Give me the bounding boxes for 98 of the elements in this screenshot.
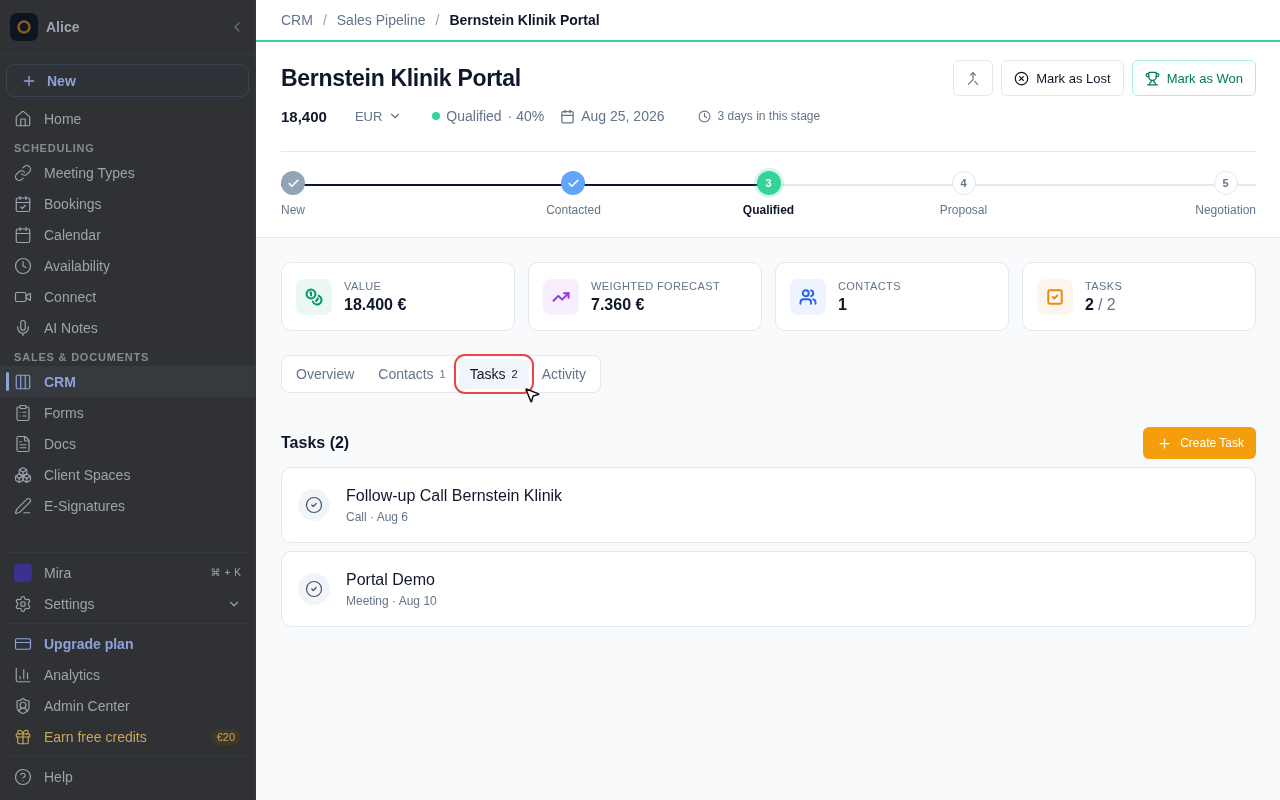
probability: · 40% xyxy=(507,108,545,124)
close-date: Aug 25, 2026 xyxy=(581,108,665,124)
stat-label: VALUE xyxy=(344,279,383,292)
sidebar-item[interactable]: E-Signatures xyxy=(0,490,255,521)
sidebar-item[interactable]: Docs xyxy=(0,428,255,459)
sidebar-item[interactable]: Home xyxy=(0,103,255,134)
sidebar-item[interactable]: AI Notes xyxy=(0,312,255,343)
shortcut-key: ⌘ xyxy=(210,567,221,578)
sidebar-item[interactable]: Connect xyxy=(0,281,255,312)
bar-chart-icon xyxy=(14,665,32,684)
workspace-name: Alice xyxy=(46,19,81,35)
stat-value: 18.400 € xyxy=(344,295,407,314)
home-icon xyxy=(14,109,32,128)
sidebar-item[interactable]: Meeting Types xyxy=(0,157,255,188)
clipboard-icon xyxy=(14,403,32,422)
calendar-icon xyxy=(14,225,32,244)
app-logo xyxy=(10,13,38,41)
boxes-icon xyxy=(14,465,32,484)
breadcrumb-link[interactable]: Sales Pipeline xyxy=(336,12,426,28)
credit-badge: €20 xyxy=(210,728,241,745)
stat-total: / 2 xyxy=(1097,295,1116,314)
check-icon xyxy=(567,176,580,190)
task-meta: Meeting · Aug 10 xyxy=(346,593,437,608)
shortcut-key: K xyxy=(234,567,241,578)
sidebar-item[interactable]: Upgrade plan xyxy=(0,628,255,659)
help-icon xyxy=(14,767,32,786)
stage-name: Qualified xyxy=(446,108,502,124)
stage-label: New xyxy=(281,203,305,217)
sidebar-section-title: SCHEDULING xyxy=(13,141,96,156)
tab[interactable]: Overview xyxy=(285,359,366,389)
check-icon xyxy=(286,176,300,190)
calendar-icon xyxy=(560,108,576,124)
stage-label: Negotiation xyxy=(1195,203,1256,217)
mark-won-button[interactable]: Mark as Won xyxy=(1131,60,1256,96)
settings-item[interactable]: Settings xyxy=(0,588,255,619)
stage-label: Proposal xyxy=(939,203,988,217)
help-item[interactable]: Help xyxy=(0,761,255,792)
task-card[interactable]: Portal Demo Meeting · Aug 10 xyxy=(281,551,1256,627)
deal-title: Bernstein Klinik Portal xyxy=(281,64,522,92)
stat-value: 7.360 € xyxy=(591,295,645,314)
stage-marker: 4 xyxy=(951,171,976,195)
breadcrumb-separator: / xyxy=(435,12,440,28)
check-circle-icon xyxy=(298,573,330,605)
sidebar-item[interactable]: Availability xyxy=(0,250,255,281)
sidebar-item[interactable]: CRM xyxy=(0,366,255,397)
calendar-check-icon xyxy=(14,194,32,213)
sidebar-item[interactable]: Forms xyxy=(0,397,255,428)
sidebar-item[interactable]: Bookings xyxy=(0,188,255,219)
stage-label: Contacted xyxy=(546,203,601,217)
shield-user-icon xyxy=(14,696,32,715)
merge-button[interactable] xyxy=(953,60,994,96)
tab[interactable]: Activity xyxy=(530,359,597,389)
stat-value: 1 xyxy=(838,295,847,314)
stage-marker: 3 xyxy=(756,171,781,195)
stage-marker: 5 xyxy=(1213,171,1238,195)
stage-dot xyxy=(432,112,441,120)
breadcrumb-link[interactable]: CRM xyxy=(281,12,313,28)
trophy-icon xyxy=(1144,70,1160,86)
stage-label: Qualified xyxy=(742,203,795,217)
new-button[interactable]: New xyxy=(6,64,249,97)
stat-label: CONTACTS xyxy=(838,279,901,292)
time-in-stage: 3 days in this stage xyxy=(717,109,821,123)
task-title: Follow-up Call Bernstein Klinik xyxy=(346,486,563,505)
columns-icon xyxy=(14,372,32,391)
close-circle-icon xyxy=(1014,70,1030,86)
breadcrumb-separator: / xyxy=(322,12,327,28)
sidebar-item[interactable]: Analytics xyxy=(0,659,255,690)
stat-value: 2 xyxy=(1085,295,1094,314)
tab[interactable]: Contacts 1 xyxy=(367,359,457,389)
clock-icon xyxy=(14,256,32,275)
task-card[interactable]: Follow-up Call Bernstein Klinik Call · Aug 6 xyxy=(281,467,1256,543)
sidebar-item[interactable]: Calendar xyxy=(0,219,255,250)
sidebar-section-title: SALES & DOCUMENTS xyxy=(13,350,151,365)
link-icon xyxy=(14,163,32,182)
clock-icon xyxy=(698,109,712,123)
breadcrumb-current: Bernstein Klinik Portal xyxy=(449,12,600,28)
sidebar-item[interactable]: Admin Center xyxy=(0,690,255,721)
task-title: Portal Demo xyxy=(346,570,436,589)
gift-icon xyxy=(14,727,32,746)
merge-icon xyxy=(966,70,981,86)
plus-icon xyxy=(1157,435,1173,451)
assistant-item[interactable]: Mira ⌘ + K xyxy=(0,557,255,588)
sidebar-item[interactable]: Client Spaces xyxy=(0,459,255,490)
stat-label: TASKS xyxy=(1085,279,1123,292)
microphone-icon xyxy=(14,318,32,337)
currency-select[interactable]: EUR xyxy=(354,108,403,124)
pen-icon xyxy=(14,496,32,515)
mark-lost-button[interactable]: Mark as Lost xyxy=(1001,60,1124,96)
task-meta: Call · Aug 6 xyxy=(346,509,410,524)
document-icon xyxy=(14,434,32,453)
check-circle-icon xyxy=(298,489,330,521)
deal-amount: 18,400 xyxy=(281,107,327,125)
section-heading: Tasks (2) xyxy=(281,434,350,452)
sidebar-item[interactable]: Earn free credits €20 xyxy=(0,721,255,752)
stat-label: WEIGHTED FORECAST xyxy=(591,279,721,292)
shortcut-key: + xyxy=(224,567,231,578)
settings-icon xyxy=(14,594,32,613)
assistant-logo xyxy=(14,563,32,582)
